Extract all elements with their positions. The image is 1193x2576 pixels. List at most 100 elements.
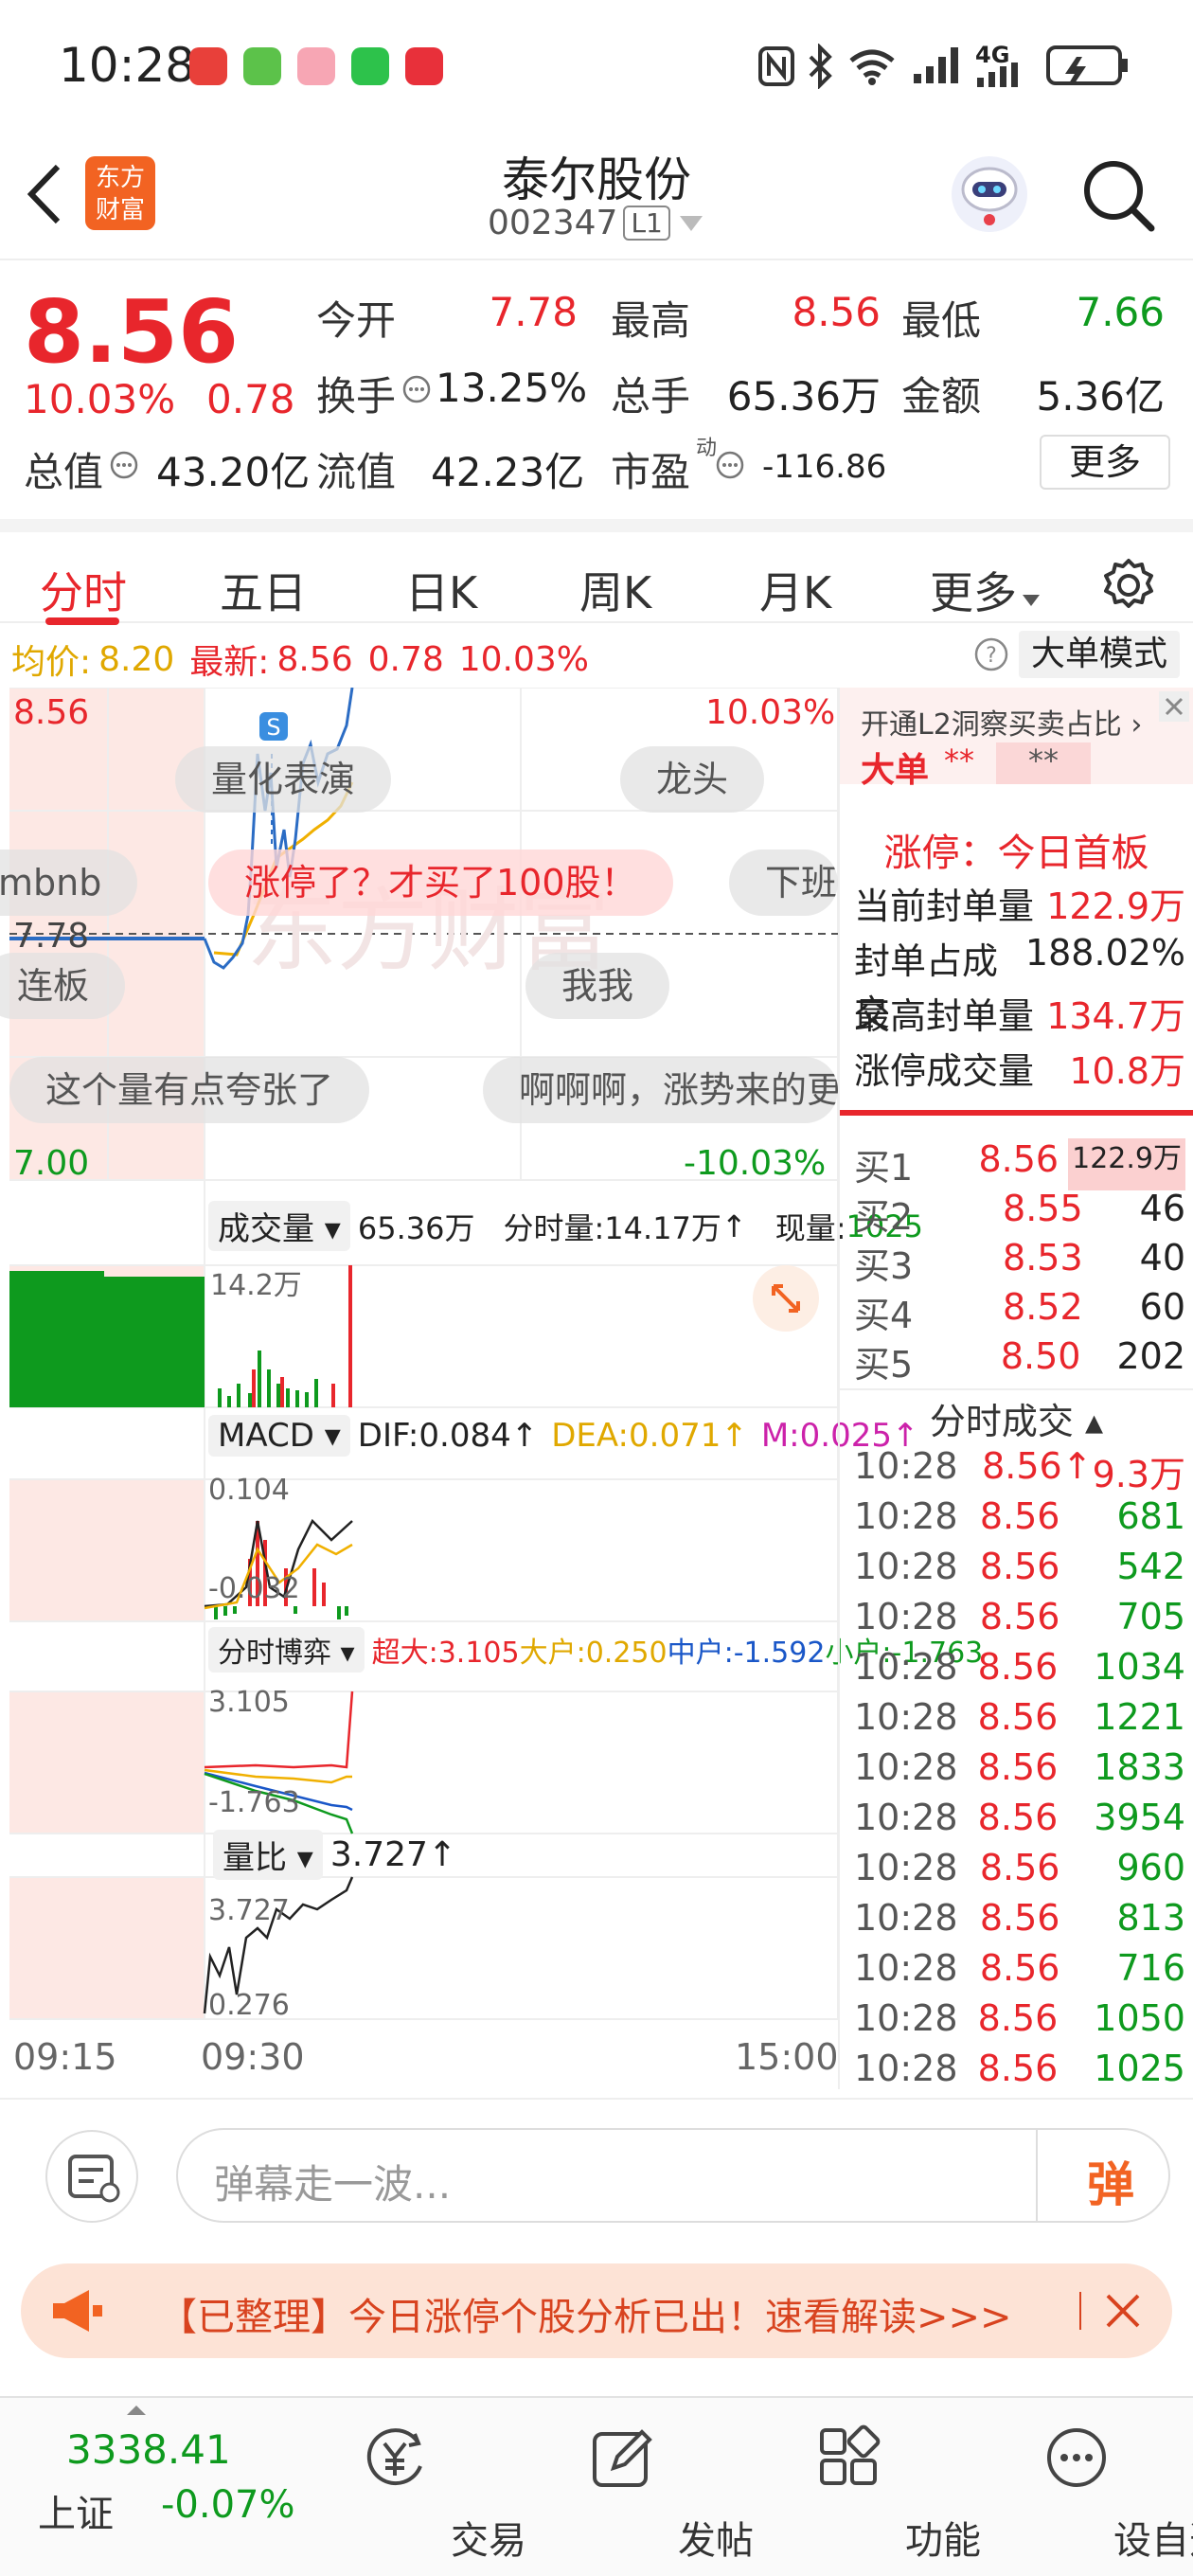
signal-icon-2: [977, 63, 1018, 87]
edit-post-icon: [593, 2429, 652, 2487]
high-value: 8.56: [792, 289, 881, 335]
trade-row: 10:28 8.56 681: [854, 1495, 1185, 1537]
trade-row: 10:28 8.56 542: [854, 1546, 1185, 1587]
avg-label: 均价:: [11, 643, 92, 682]
notice-banner[interactable]: 【已整理】今日涨停个股分析已出！速看解读>>>: [21, 2263, 1172, 2358]
open-label: 今开: [316, 297, 397, 344]
close-icon[interactable]: [1157, 689, 1191, 724]
open-value: 7.78: [489, 289, 578, 335]
ratio-value: 3.727: [329, 1835, 428, 1874]
trade-row: 10:28 8.56 1034: [854, 1646, 1185, 1688]
bluetooth-icon: [809, 44, 832, 89]
back-arrow-icon[interactable]: [24, 161, 65, 227]
trade-time: 10:28: [854, 1646, 958, 1688]
minute-vol-value: 14.17万: [604, 1209, 721, 1246]
more-button[interactable]: 更多: [1040, 435, 1170, 490]
danmu-bubble[interactable]: 量化表演: [175, 746, 392, 813]
fund-selector[interactable]: 分时博弈 ▾: [208, 1627, 365, 1673]
trade-time: 10:28: [854, 1997, 958, 2039]
gear-icon[interactable]: [1100, 557, 1157, 614]
danmu-bubble[interactable]: 涨停了？才买了100股！: [208, 850, 673, 916]
close-icon[interactable]: [1102, 2290, 1144, 2332]
danmu-bubble[interactable]: 龙头: [620, 746, 765, 813]
trade-volume: 813: [1116, 1897, 1185, 1939]
trade-time: 10:28: [854, 1947, 958, 1989]
change-value: 0.78: [206, 376, 295, 422]
danmu-bubble[interactable]: 连板: [0, 953, 126, 1019]
latest-label: 最新:: [189, 643, 270, 682]
app-logo: 东方财富: [85, 156, 155, 230]
bid-volume: 122.9万: [1068, 1138, 1185, 1190]
trade-volume: 960: [1116, 1847, 1185, 1888]
danmu-settings-icon: [68, 2155, 120, 2203]
trade-volume: 9.3万: [1092, 1454, 1185, 1495]
tab-daily-k[interactable]: 日K: [405, 559, 477, 621]
danmu-bubble[interactable]: mbnb: [0, 850, 138, 916]
tab-monthly-k[interactable]: 月K: [759, 559, 831, 621]
volume-bars-premarket: [9, 1271, 205, 1407]
bid-label: 买3: [854, 1245, 914, 1287]
fund-large: 大户:0.250: [519, 1637, 668, 1670]
info-icon[interactable]: [715, 450, 745, 480]
danmu-input-field[interactable]: 弹幕走一波... 弹: [176, 2128, 1170, 2223]
tab-more-label: 更多: [930, 567, 1017, 618]
trade-price: 8.56: [977, 1997, 1059, 2039]
expand-button[interactable]: [753, 1265, 819, 1332]
ratio-selector[interactable]: 量比 ▾: [213, 1830, 323, 1880]
robot-assistant-icon[interactable]: [947, 152, 1032, 237]
trade-price: 8.56: [977, 1797, 1059, 1838]
trade-row: 10:28 8.56 960: [854, 1847, 1185, 1888]
tab-intraday[interactable]: 分时: [40, 559, 127, 621]
stat-value: 10.8万: [1069, 1050, 1185, 1092]
trade-volume: 1025: [1094, 2048, 1185, 2089]
macd-dea: DEA:0.071: [551, 1417, 721, 1455]
l2-link[interactable]: 开通L2洞察买卖占比 ›: [861, 701, 1142, 742]
trade-row: 10:28 8.56 1050: [854, 1997, 1185, 2039]
send-danmu-button[interactable]: 弹: [1087, 2147, 1134, 2215]
volume-header: 成交量 ▾ 65.36万 分时量: 14.17万 ↑ 现量: 1025: [208, 1201, 923, 1251]
macd-header: MACD ▾ DIF:0.084 ↑ DEA:0.071 ↑ M:0.025 ↑: [208, 1415, 918, 1457]
bid-label: 买1: [854, 1147, 914, 1189]
big-order-mode-button[interactable]: 大单模式: [1019, 631, 1180, 678]
axis-bottom-price: 7.00: [13, 1144, 90, 1183]
danmu-bubble[interactable]: 我我: [525, 953, 670, 1019]
tab-five-day[interactable]: 五日: [220, 559, 307, 621]
current-price: 8.56: [24, 281, 239, 383]
danmu-bubble[interactable]: 这个量有点夸张了: [9, 1057, 370, 1123]
level-badge: L1: [623, 206, 670, 241]
megaphone-icon: [53, 2290, 102, 2332]
pe-label: 市盈: [611, 449, 691, 495]
tab-weekly-k[interactable]: 周K: [579, 559, 651, 621]
search-icon[interactable]: [1079, 156, 1159, 236]
help-icon[interactable]: ?: [973, 636, 1009, 672]
info-icon[interactable]: [109, 450, 139, 480]
bid-row: 买4 8.52 60: [854, 1286, 1185, 1338]
macd-selector[interactable]: MACD ▾: [208, 1415, 350, 1457]
trades-title[interactable]: 分时成交 ▴: [840, 1392, 1193, 1444]
divider: [840, 1388, 1193, 1390]
nav-add-watchlist-label: 设自选: [1113, 2519, 1193, 2563]
trade-price: 8.56: [979, 1847, 1060, 1888]
time-axis-open: 09:30: [201, 2036, 305, 2078]
bid-row: 买3 8.53 40: [854, 1237, 1185, 1289]
stock-code: 002347: [488, 204, 618, 242]
danmu-list-button[interactable]: [45, 2130, 138, 2223]
trade-volume: 1034: [1094, 1646, 1185, 1688]
stat-label: 当前封单量: [854, 886, 1035, 927]
nav-post-label: 发帖: [678, 2519, 754, 2563]
trade-price: 8.56: [979, 1495, 1060, 1537]
pe-sup: 动: [696, 437, 718, 460]
danmu-bubble[interactable]: 啊啊啊，涨势来的更: [483, 1057, 838, 1123]
trade-volume: 705: [1116, 1596, 1185, 1637]
info-icon[interactable]: [401, 374, 432, 404]
more-dots-icon: [1047, 2428, 1106, 2487]
stat-row: 涨停成交量 10.8万: [854, 1042, 1185, 1094]
danmu-bubble[interactable]: 下班: [729, 850, 838, 916]
stock-code-row[interactable]: 002347 L1: [488, 204, 704, 242]
avg-value: 8.20: [98, 639, 175, 679]
trade-volume: 542: [1116, 1546, 1185, 1587]
amount-value: 5.36亿: [1036, 373, 1165, 420]
app-notification-icon: [243, 47, 281, 85]
volume-selector[interactable]: 成交量 ▾: [208, 1201, 350, 1251]
tab-more[interactable]: 更多: [930, 559, 1042, 621]
